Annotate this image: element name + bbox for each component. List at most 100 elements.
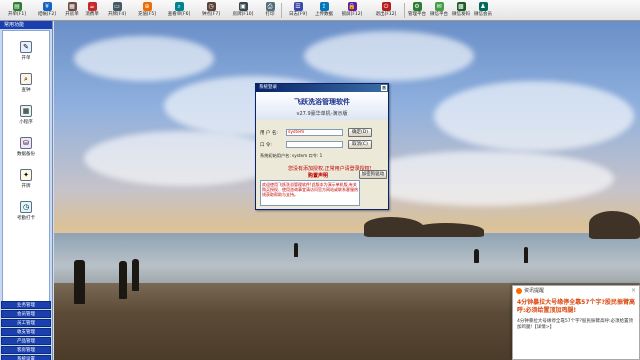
username-input[interactable]: system bbox=[286, 129, 343, 136]
sidebar-category-button[interactable]: 会员管理 bbox=[1, 310, 51, 318]
sidebar-shortcut-panel: ✎ 开单 ⌕ 查钟 ▦ 小程序 ⛁ 数据备份 ✦ 开牌 ◷ 考勤打卡 bbox=[2, 30, 50, 302]
app-name: 飞跃洗浴管理软件 bbox=[294, 97, 350, 106]
checkout-icon: ¥ bbox=[42, 2, 52, 11]
toolbar-button-manage[interactable]: ⚙ 管理平台 bbox=[407, 1, 427, 20]
wechat-member-icon: ♟ bbox=[478, 2, 488, 11]
card-icon: ✦ bbox=[20, 169, 32, 181]
toolbar-button-label: 微信发码 bbox=[452, 12, 470, 17]
toolbar-button-print[interactable]: ⎙ 打印 bbox=[261, 1, 279, 20]
person-silhouette bbox=[119, 261, 127, 299]
toolbar-button-card[interactable]: ▭ 开牌[F4] bbox=[103, 1, 131, 20]
toolbar-button-label: 微信会员 bbox=[474, 12, 492, 17]
toolbar-button-log[interactable]: ☰ 日志[F9] bbox=[284, 1, 312, 20]
view-order-icon: ⌕ bbox=[174, 2, 184, 11]
close-icon[interactable]: × bbox=[631, 287, 636, 294]
sidebar-item-card[interactable]: ✦ 开牌 bbox=[3, 167, 49, 197]
sidebar-item-label: 数据备份 bbox=[17, 152, 35, 157]
notice-textarea[interactable]: 欢迎使用飞跃洗浴管理软件!此版本为演示单机版,有关购买授权、使用咨询事宜请访问官… bbox=[260, 180, 360, 206]
toolbar-button-label: 查看单[F6] bbox=[167, 12, 191, 17]
manage-icon: ⚙ bbox=[412, 2, 422, 11]
clock-icon: ◷ bbox=[206, 2, 216, 11]
dongle-driver-button[interactable]: 加密狗驱动 bbox=[359, 170, 387, 179]
cloud bbox=[74, 36, 214, 81]
toolbar-separator bbox=[404, 3, 405, 18]
sidebar-item-attendance[interactable]: ◷ 考勤打卡 bbox=[3, 199, 49, 229]
toolbar-button-label: 充值[F5] bbox=[138, 12, 156, 17]
toolbar-button-label: 上传数据 bbox=[315, 12, 333, 17]
cloud bbox=[304, 31, 474, 81]
toolbar-button-recharge[interactable]: ⊕ 充值[F5] bbox=[133, 1, 161, 20]
open-order-icon: ▤ bbox=[12, 2, 22, 11]
sidebar-category-button[interactable]: 业务管理 bbox=[1, 301, 51, 309]
sidebar-item-mini-program[interactable]: ▦ 小程序 bbox=[3, 103, 49, 133]
person-silhouette bbox=[474, 249, 479, 263]
close-icon[interactable]: × bbox=[381, 85, 387, 91]
wechat-code-icon: ▩ bbox=[456, 2, 466, 11]
sidebar: 常用功能 ✎ 开单 ⌕ 查钟 ▦ 小程序 ⛁ 数据备份 ✦ 开牌 ◷ 考勤打卡 业务管理 会员管理 员工管… bbox=[0, 21, 53, 360]
toolbar-button-label: 开房单 bbox=[65, 12, 79, 17]
sidebar-item-label: 查钟 bbox=[21, 88, 31, 93]
username-label: 用 户 名: bbox=[260, 130, 278, 136]
toolbar-button-wechat[interactable]: ✉ 微信平台 bbox=[429, 1, 449, 20]
username-row: 用 户 名: system bbox=[260, 128, 343, 137]
toolbar-button-clock[interactable]: ◷ 钟点[F7] bbox=[197, 1, 225, 20]
toolbar-button-label: 结帐[F2] bbox=[38, 12, 56, 17]
login-dialog: 系统登录 × 飞跃洗浴管理软件 v27.9豪华单机-演示版 用 户 名: sys… bbox=[255, 83, 389, 210]
sidebar-item-check-clock[interactable]: ⌕ 查钟 bbox=[3, 71, 49, 101]
news-popup-header: 资讯提醒 bbox=[513, 286, 639, 295]
toolbar-button-checkout[interactable]: ¥ 结帐[F2] bbox=[33, 1, 61, 20]
login-banner: 飞跃洗浴管理软件 v27.9豪华单机-演示版 bbox=[256, 92, 388, 120]
password-label: 口 令: bbox=[260, 142, 272, 148]
news-logo-icon bbox=[516, 287, 522, 294]
sidebar-item-label: 开单 bbox=[21, 56, 31, 61]
toolbar-button-lock[interactable]: 🔒 锁屏[F12] bbox=[336, 1, 368, 20]
password-input[interactable] bbox=[286, 141, 343, 148]
toolbar-separator bbox=[281, 3, 282, 18]
sidebar-item-backup[interactable]: ⛁ 数据备份 bbox=[3, 135, 49, 165]
news-popup: 资讯提醒 × 4分钟暴拉大号缘停全靠57个字?股民振臂高呼:必须给置顶加鸡腿! … bbox=[512, 285, 640, 360]
toolbar-button-open-order[interactable]: ▤ 开单[F1] bbox=[3, 1, 31, 20]
sidebar-category-button[interactable]: 产品管理 bbox=[1, 337, 51, 345]
toolbar-button-room-card[interactable]: ▣ 房牌[F10] bbox=[227, 1, 259, 20]
upload-icon: ⇪ bbox=[319, 2, 329, 11]
person-silhouette bbox=[294, 243, 298, 257]
sidebar-category-button[interactable]: 客房管理 bbox=[1, 346, 51, 354]
sidebar-category-button[interactable]: 系统设置 bbox=[1, 355, 51, 360]
toolbar-button-wechat-code[interactable]: ▩ 微信发码 bbox=[451, 1, 471, 20]
toolbar-button-label: 退出[F12] bbox=[375, 12, 397, 17]
toolbar-button-wechat-member[interactable]: ♟ 微信会员 bbox=[473, 1, 493, 20]
consume-icon: ☕ bbox=[87, 2, 97, 11]
toolbar-button-view-order[interactable]: ⌕ 查看单[F6] bbox=[163, 1, 195, 20]
toolbar-button-exit[interactable]: ⏻ 退出[F12] bbox=[370, 1, 402, 20]
sidebar-item-label: 考勤打卡 bbox=[17, 216, 35, 221]
sidebar-category-list: 业务管理 会员管理 员工管理 收支管理 产品管理 客房管理 系统设置 bbox=[0, 301, 52, 360]
toolbar-button-label: 钟点[F7] bbox=[202, 12, 220, 17]
toolbar-button-room-order[interactable]: ▦ 开房单 bbox=[63, 1, 81, 20]
sidebar-item-label: 开牌 bbox=[21, 184, 31, 189]
login-tip: 系统初始用户名: system 口令: 1 bbox=[260, 153, 323, 158]
cancel-button[interactable]: 取消(C) bbox=[348, 140, 372, 149]
login-button[interactable]: 确定(D) bbox=[348, 128, 372, 137]
recharge-icon: ⊕ bbox=[142, 2, 152, 11]
sidebar-header: 常用功能 bbox=[0, 21, 52, 29]
toolbar-button-consume[interactable]: ☕ 消费单 bbox=[83, 1, 101, 20]
login-dialog-title: 系统登录 bbox=[259, 85, 277, 90]
sidebar-item-open-order[interactable]: ✎ 开单 bbox=[3, 39, 49, 69]
toolbar-button-label: 开单[F1] bbox=[8, 12, 26, 17]
login-dialog-titlebar[interactable]: 系统登录 × bbox=[256, 84, 388, 92]
open-order-icon: ✎ bbox=[20, 41, 32, 53]
toolbar-button-label: 开牌[F4] bbox=[108, 12, 126, 17]
attendance-icon: ◷ bbox=[20, 201, 32, 213]
toolbar-button-label: 房牌[F10] bbox=[232, 12, 254, 17]
news-headline[interactable]: 4分钟暴拉大号缘停全靠57个字?股民振臂高呼:必须给置顶加鸡腿! bbox=[517, 299, 637, 315]
notice-title: 购置声明 bbox=[308, 173, 329, 179]
cloud bbox=[434, 81, 634, 151]
toolbar-button-label: 打印 bbox=[265, 12, 275, 17]
sidebar-category-button[interactable]: 员工管理 bbox=[1, 319, 51, 327]
rock bbox=[414, 223, 484, 237]
news-body[interactable]: 4分钟暴拉大号缘停全靠57个字?股民振臂高呼:必须给置顶加鸡腿!【详情>】 bbox=[517, 319, 637, 331]
toolbar-button-upload[interactable]: ⇪ 上传数据 bbox=[314, 1, 334, 20]
exit-icon: ⏻ bbox=[381, 2, 391, 11]
sidebar-category-button[interactable]: 收支管理 bbox=[1, 328, 51, 336]
person-silhouette bbox=[132, 259, 139, 291]
